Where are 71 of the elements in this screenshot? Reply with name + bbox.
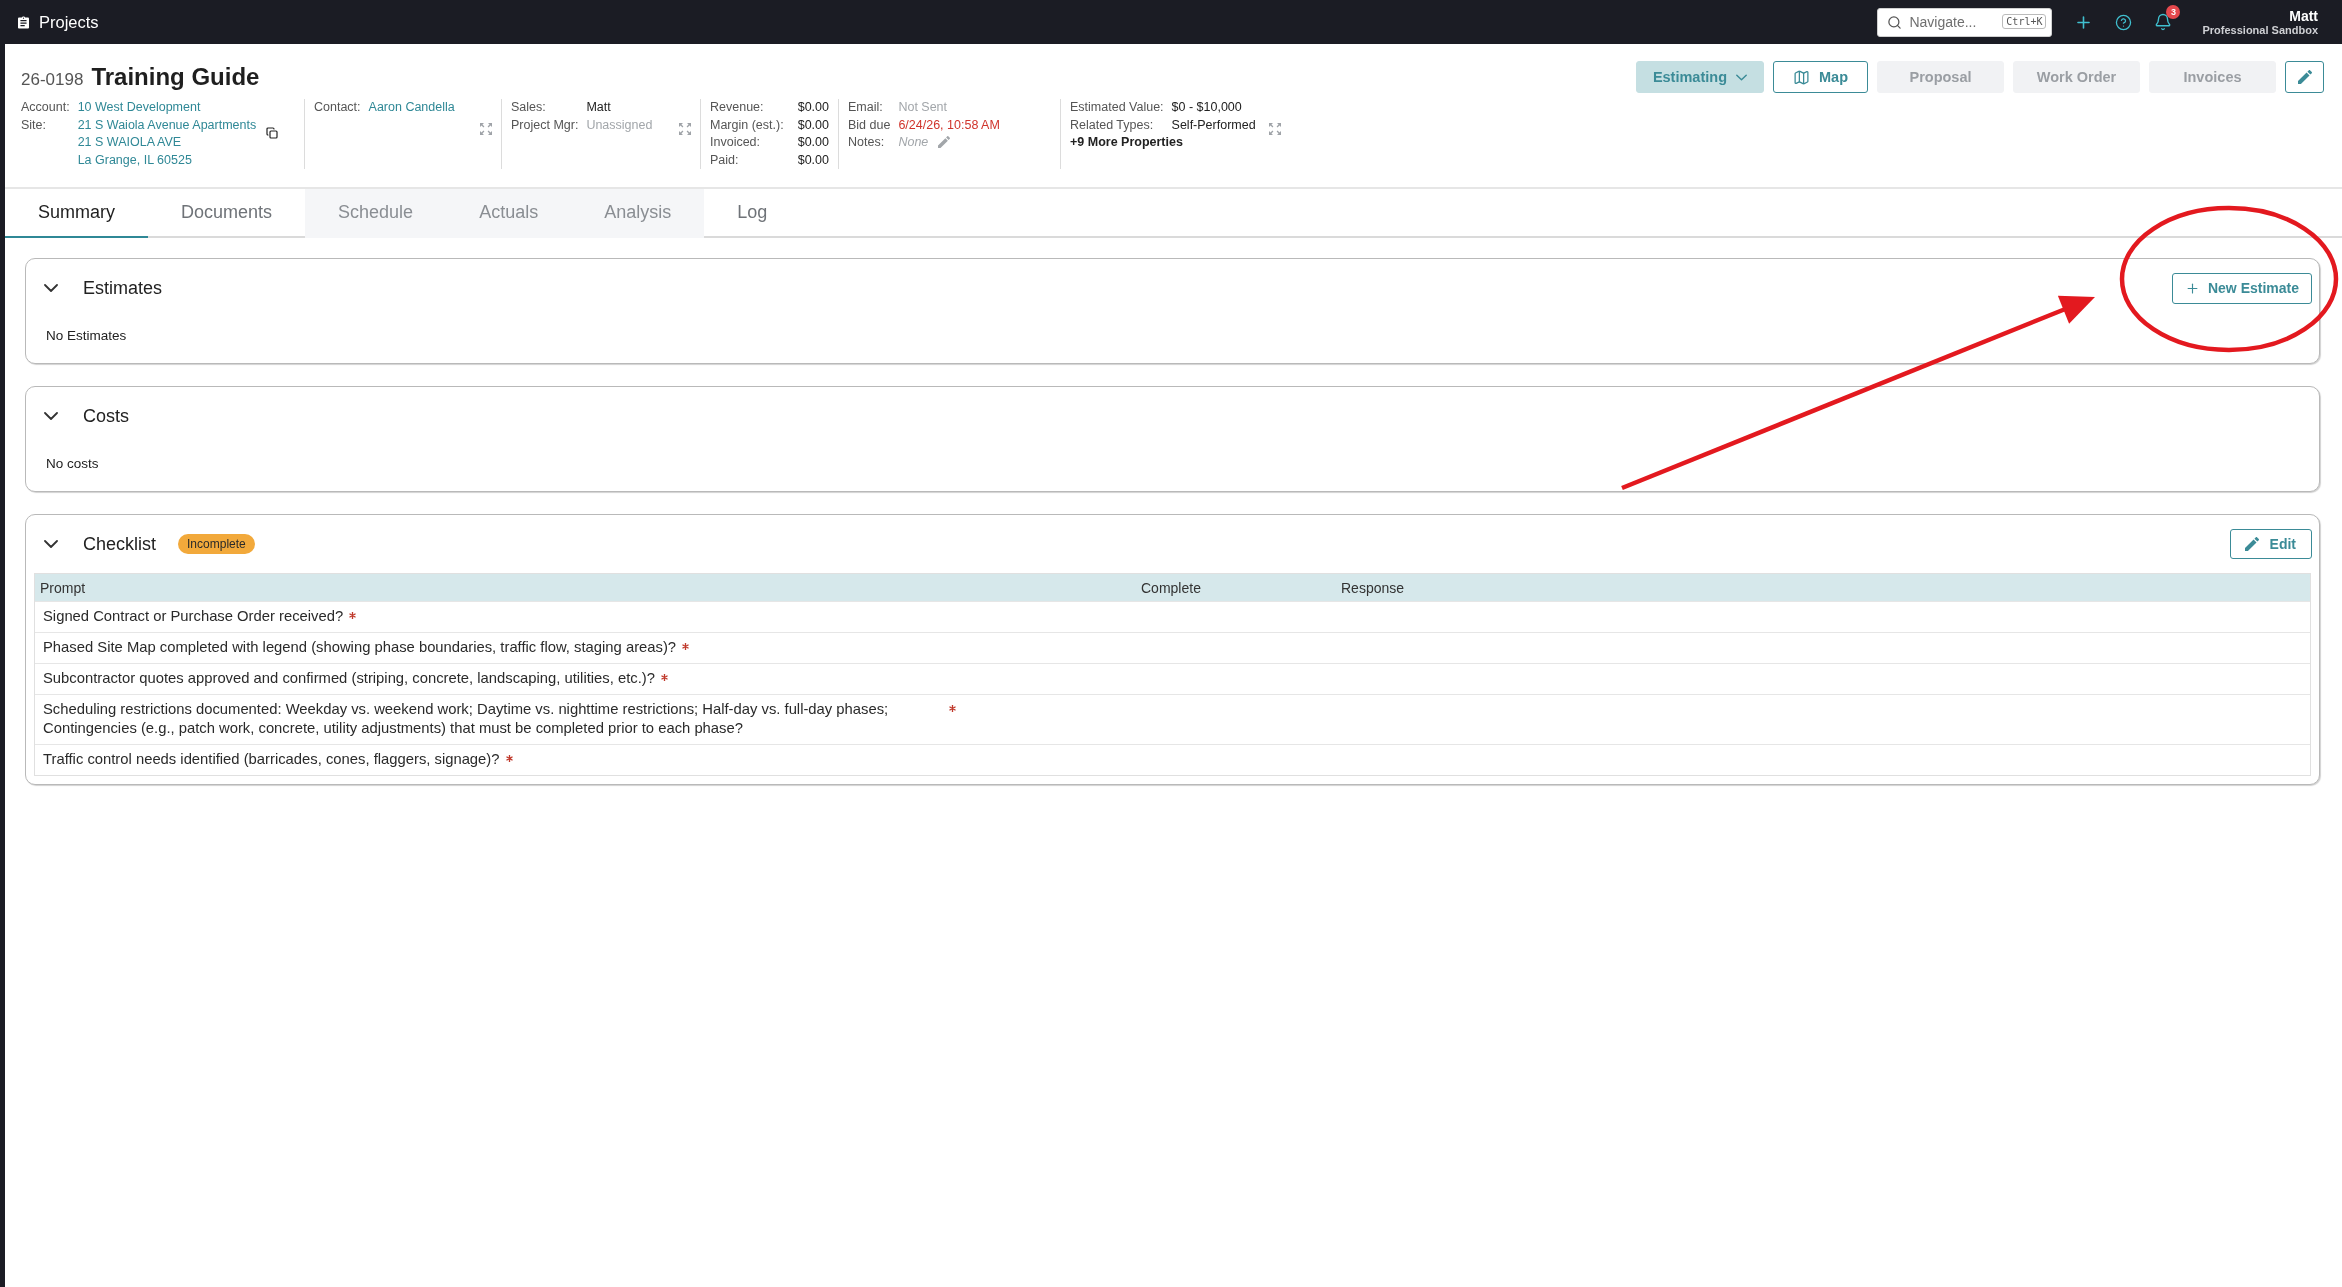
empty-message: No Estimates: [45, 327, 128, 345]
section-title: Estimates: [83, 277, 163, 299]
clipboard-icon: [18, 15, 29, 29]
pencil-icon: [2244, 537, 2259, 551]
pencil-icon: [2297, 70, 2312, 84]
copy-icon[interactable]: [266, 126, 279, 139]
field-value: 6/24/26, 10:58 AM: [898, 116, 1000, 134]
tab[interactable]: Log: [704, 189, 801, 238]
field-label: Margin (est.):: [710, 116, 784, 134]
help-button[interactable]: [2115, 13, 2133, 31]
field-label: Sales:: [511, 99, 547, 116]
empty-message: No costs: [45, 455, 100, 473]
field-label: Bid due: [848, 116, 891, 134]
field-value: Not Sent: [898, 99, 948, 116]
field-link[interactable]: 21 S Waiola Avenue Apartments 21 S WAIOLA AVE La Grange, IL 60525: [77, 116, 257, 169]
field-value: $0.00: [797, 134, 829, 151]
map-button[interactable]: Map: [1773, 61, 1868, 93]
field-value: $0.00: [797, 151, 829, 169]
more-properties-link[interactable]: +9 More Properties: [1070, 134, 1183, 152]
prompt-text: Phased Site Map completed with legend (showing phase boundaries, traffic flow, staging areas)?: [43, 638, 677, 657]
field-link[interactable]: 10 West Development: [77, 99, 201, 117]
notification-badge: 3: [2166, 5, 2181, 19]
field-value: Self-Performed: [1171, 116, 1256, 134]
prompt-text: Traffic control needs identified (barricades, cones, flaggers, signage)?: [43, 750, 500, 769]
field-label: Related Types:: [1070, 116, 1155, 134]
prompt-text: Signed Contract or Purchase Order received?: [43, 607, 344, 626]
bell-icon: [2154, 13, 2173, 31]
workspace-name: Professional Sandbox: [2202, 23, 2318, 37]
column-header: Complete: [1140, 579, 1201, 596]
column-header: Prompt: [39, 579, 86, 596]
field-value: Matt: [586, 99, 611, 116]
field-label: Notes:: [848, 134, 886, 151]
caret-down-icon: [1736, 73, 1747, 81]
field-label: Account:: [21, 99, 70, 116]
prompt-text: Subcontractor quotes approved and confirmed (striping, concrete, landscaping, utilities, etc.)?: [43, 669, 655, 688]
field-value: $0.00: [797, 116, 829, 134]
field-value: None: [898, 134, 929, 151]
status-badge: Incomplete: [178, 534, 255, 554]
edit-button[interactable]: [2285, 61, 2324, 93]
new-estimate-button[interactable]: New Estimate: [2171, 272, 2312, 304]
field-label: Project Mgr:: [511, 116, 579, 134]
stage-dropdown[interactable]: Estimating: [1635, 61, 1764, 93]
tab[interactable]: Documents: [148, 189, 306, 238]
section-title: Checklist: [83, 533, 157, 555]
chevron-down-icon[interactable]: [44, 412, 58, 420]
app-title: Projects: [39, 12, 99, 32]
plus-icon: [2184, 280, 2200, 296]
edit-button[interactable]: Edit: [2229, 529, 2312, 559]
field-value: Unassigned: [586, 116, 653, 134]
field-label: Site:: [21, 116, 47, 134]
section-title: Costs: [83, 405, 129, 427]
field-label: Invoiced:: [710, 134, 762, 151]
search-icon: [1887, 14, 1903, 30]
field-label: Contact:: [314, 99, 361, 116]
project-number: 26-0198: [21, 70, 84, 90]
field-label: Paid:: [710, 151, 740, 169]
field-value: $0.00: [797, 99, 829, 116]
field-label: Estimated Value:: [1070, 99, 1164, 116]
help-icon: [2115, 13, 2133, 31]
project-title: Training Guide: [91, 63, 260, 91]
prompt-text: Scheduling restrictions documented: Weekday vs. weekend work; Daytime vs. nighttime restrictions; Half-day vs. full-day phases; Contingencies (e.g., patch work, concrete, utility adjustments) that must be completed prior to each phase?: [43, 700, 890, 738]
field-label: Email:: [848, 99, 884, 116]
field-link[interactable]: Aaron Candella: [368, 99, 455, 117]
map-icon: [1793, 68, 1810, 86]
field-label: Revenue:: [710, 99, 765, 116]
tab[interactable]: Summary: [5, 189, 148, 238]
user-name[interactable]: Matt: [2289, 7, 2318, 24]
chevron-down-icon[interactable]: [44, 540, 58, 548]
column-header: Response: [1340, 579, 1405, 596]
chevron-down-icon[interactable]: [44, 284, 58, 292]
field-value: $0 - $10,000: [1171, 99, 1242, 116]
